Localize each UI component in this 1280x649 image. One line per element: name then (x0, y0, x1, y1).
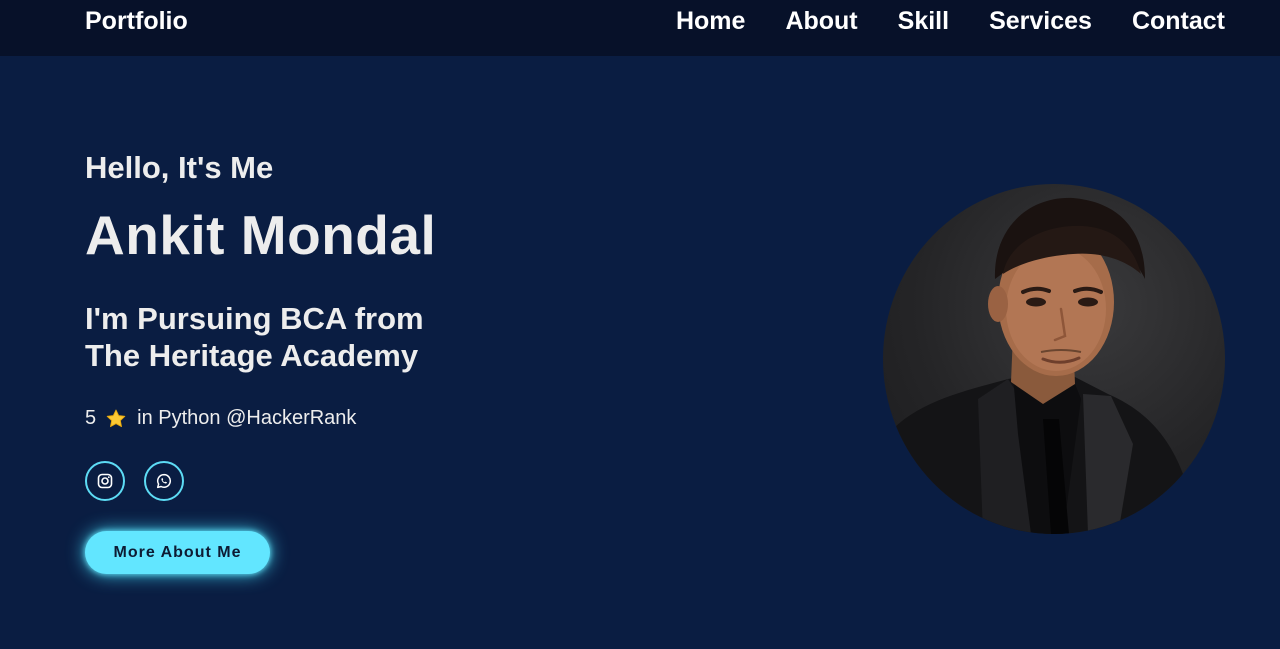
rating-line: 5 in Python @HackerRank (85, 407, 356, 430)
nav-home[interactable]: Home (676, 6, 745, 36)
whatsapp-link[interactable] (144, 461, 184, 501)
logo[interactable]: Portfolio (85, 7, 188, 36)
hero-tagline: I'm Pursuing BCA from The Heritage Acade… (85, 300, 505, 374)
greeting: Hello, It's Me (85, 150, 274, 185)
whatsapp-icon (156, 473, 172, 489)
instagram-icon (97, 473, 113, 489)
tagline-line-2: The Heritage Academy (85, 338, 419, 373)
star-icon (106, 409, 126, 427)
nav-about[interactable]: About (785, 6, 857, 36)
nav-contact[interactable]: Contact (1132, 6, 1225, 36)
tagline-line-1: I'm Pursuing BCA from (85, 301, 424, 336)
portrait-image (883, 197, 1203, 534)
rating-value: 5 (85, 407, 97, 429)
main-nav: Home About Skill Services Contact (676, 6, 1225, 36)
instagram-link[interactable] (85, 461, 125, 501)
social-links (85, 461, 184, 501)
hero-name: Ankit Mondal (85, 204, 437, 266)
profile-photo (883, 184, 1225, 534)
more-about-me-button[interactable]: More About Me (85, 531, 270, 574)
site-header: Portfolio Home About Skill Services Cont… (0, 0, 1280, 56)
rating-text: in Python @HackerRank (137, 407, 357, 429)
nav-skill[interactable]: Skill (898, 6, 949, 36)
nav-services[interactable]: Services (989, 6, 1092, 36)
